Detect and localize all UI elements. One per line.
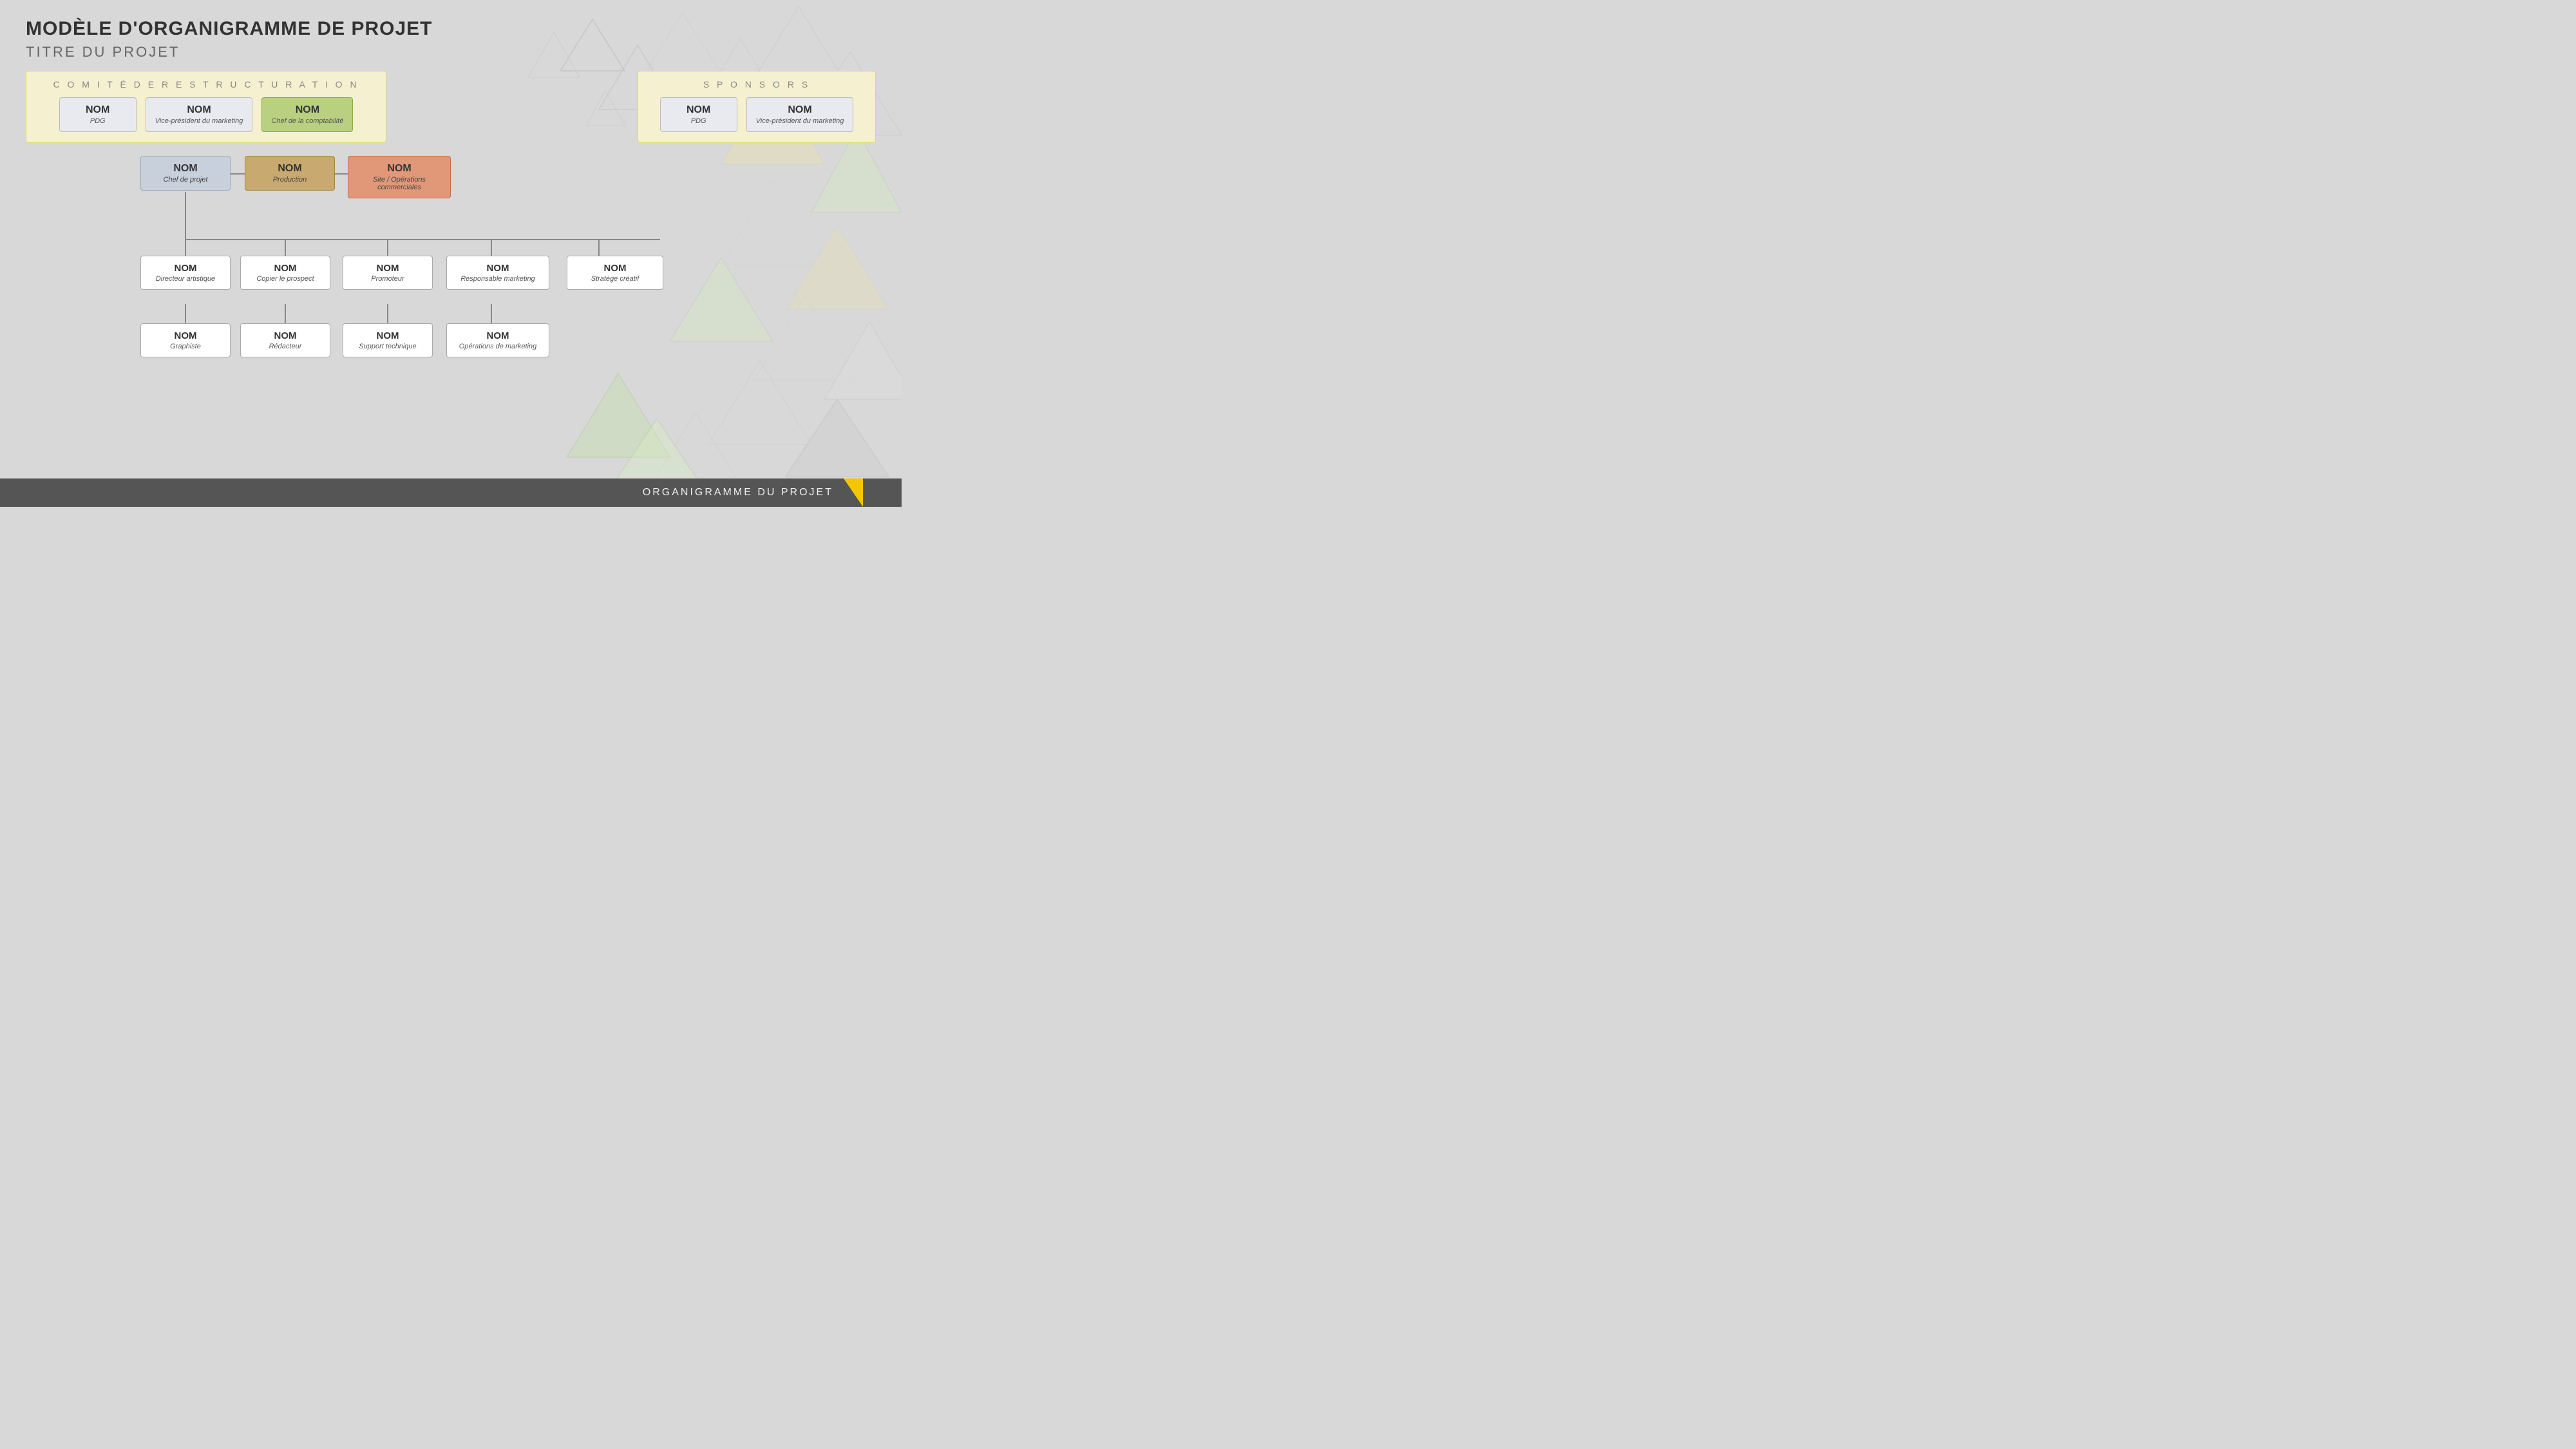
promoteur-card: NOM Promoteur	[343, 256, 433, 290]
site-operations-card: NOM Site / Opérations commerciales	[348, 156, 451, 198]
resp-marketing-card: NOM Responsable marketing	[446, 256, 549, 290]
sponsors-box: S P O N S O R S NOM PDG NOM Vice-préside…	[638, 71, 876, 143]
comite-card-1: NOM Vice-président du marketing	[146, 97, 253, 132]
graphiste-card: NOM Graphiste	[140, 323, 231, 357]
footer: ORGANIGRAMME DU PROJET	[0, 478, 902, 507]
directeur-artistique-card: NOM Directeur artistique	[140, 256, 231, 290]
top-row: C O M I T É D E R E S T R U C T U R A T …	[26, 71, 876, 143]
connector-svg	[97, 156, 805, 439]
sponsor-card-1: NOM Vice-président du marketing	[746, 97, 854, 132]
copier-prospect-card: NOM Copier le prospect	[240, 256, 330, 290]
comite-title: C O M I T É D E R E S T R U C T U R A T …	[38, 79, 374, 90]
operations-marketing-card: NOM Opérations de marketing	[446, 323, 549, 357]
footer-slash	[844, 478, 863, 507]
redacteur-card: NOM Rédacteur	[240, 323, 330, 357]
footer-text: ORGANIGRAMME DU PROJET	[643, 487, 833, 498]
comite-box: C O M I T É D E R E S T R U C T U R A T …	[26, 71, 386, 143]
sponsor-card-0: NOM PDG	[660, 97, 737, 132]
sponsors-title: S P O N S O R S	[650, 79, 864, 90]
chef-projet-card: NOM Chef de projet	[140, 156, 231, 191]
comite-cards: NOM PDG NOM Vice-président du marketing …	[38, 97, 374, 132]
stratege-creatif-card: NOM Stratège créatif	[567, 256, 663, 290]
comite-card-2: NOM Chef de la comptabilité	[261, 97, 353, 132]
comite-card-0: NOM PDG	[59, 97, 137, 132]
org-chart: NOM Chef de projet NOM Production NOM Si…	[97, 156, 805, 439]
sponsors-cards: NOM PDG NOM Vice-président du marketing	[650, 97, 864, 132]
page-title: MODÈLE D'ORGANIGRAMME DE PROJET	[26, 18, 876, 40]
production-card: NOM Production	[245, 156, 335, 191]
support-technique-card: NOM Support technique	[343, 323, 433, 357]
page-subtitle: TITRE DU PROJET	[26, 44, 876, 61]
